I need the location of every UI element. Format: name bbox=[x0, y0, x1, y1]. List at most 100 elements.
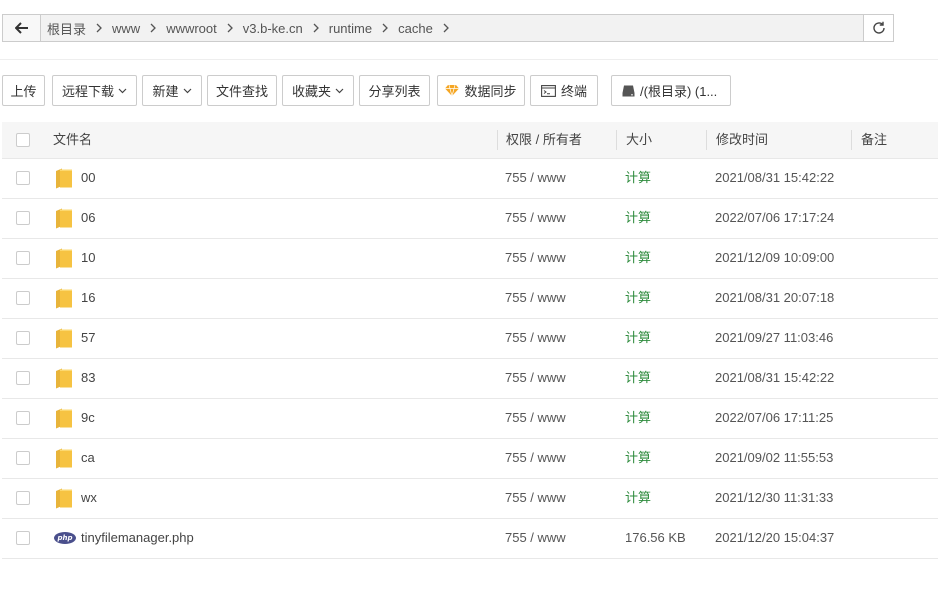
calc-size-link[interactable]: 计算 bbox=[625, 198, 651, 238]
calc-size-link[interactable]: 计算 bbox=[625, 238, 651, 278]
folder-icon bbox=[56, 248, 72, 269]
breadcrumb-item[interactable]: www bbox=[112, 21, 166, 36]
refresh-button[interactable] bbox=[863, 15, 893, 41]
data-sync-button[interactable]: 数据同步 bbox=[437, 75, 525, 106]
disk-button[interactable]: /(根目录) (1... bbox=[611, 75, 731, 106]
row-checkbox[interactable] bbox=[16, 411, 30, 425]
file-mtime: 2022/07/06 17:17:24 bbox=[715, 210, 835, 225]
favorites-button[interactable]: 收藏夹 bbox=[282, 75, 354, 106]
breadcrumb-item[interactable]: 根目录 bbox=[47, 19, 112, 38]
row-checkbox[interactable] bbox=[16, 451, 30, 465]
file-name[interactable]: 06 bbox=[81, 198, 95, 238]
table-row[interactable]: 9c 755 / www 计算 2022/07/06 17:11:25 bbox=[2, 398, 938, 439]
row-checkbox[interactable] bbox=[16, 251, 30, 265]
file-name[interactable]: tinyfilemanager.php bbox=[81, 518, 194, 558]
file-name[interactable]: ca bbox=[81, 438, 95, 478]
chevron-right-icon bbox=[227, 23, 233, 33]
row-checkbox[interactable] bbox=[16, 291, 30, 305]
remote-download-button[interactable]: 远程下载 bbox=[52, 75, 137, 106]
file-name[interactable]: 00 bbox=[81, 158, 95, 198]
breadcrumb-item[interactable]: cache bbox=[398, 21, 459, 36]
table-row[interactable]: 57 755 / www 计算 2021/09/27 11:03:46 bbox=[2, 318, 938, 359]
file-size: 176.56 KB bbox=[625, 530, 686, 545]
calc-size-link[interactable]: 计算 bbox=[625, 158, 651, 198]
file-perm[interactable]: 755 / www bbox=[505, 438, 566, 478]
file-mtime: 2021/12/20 15:04:37 bbox=[715, 530, 835, 545]
upload-button[interactable]: 上传 bbox=[2, 75, 45, 106]
row-checkbox[interactable] bbox=[16, 371, 30, 385]
table-row[interactable]: php tinyfilemanager.php 755 / www 176.56… bbox=[2, 518, 938, 559]
new-button[interactable]: 新建 bbox=[142, 75, 202, 106]
folder-icon bbox=[56, 208, 72, 229]
file-perm[interactable]: 755 / www bbox=[505, 358, 566, 398]
file-name[interactable]: 16 bbox=[81, 278, 95, 318]
chevron-right-icon bbox=[150, 23, 157, 33]
table-row[interactable]: 83 755 / www 计算 2021/08/31 15:42:22 bbox=[2, 358, 938, 399]
table-header: 文件名 权限 / 所有者 大小 修改时间 备注 bbox=[2, 122, 938, 159]
arrow-left-icon bbox=[14, 22, 28, 34]
row-checkbox[interactable] bbox=[16, 171, 30, 185]
file-perm[interactable]: 755 / www bbox=[505, 158, 566, 198]
header-note: 备注 bbox=[861, 132, 888, 147]
calc-size-link[interactable]: 计算 bbox=[625, 318, 651, 358]
file-perm[interactable]: 755 / www bbox=[505, 238, 566, 278]
row-checkbox[interactable] bbox=[16, 331, 30, 345]
file-mtime: 2021/09/27 11:03:46 bbox=[715, 330, 834, 345]
file-perm[interactable]: 755 / www bbox=[505, 518, 566, 558]
calc-size-link[interactable]: 计算 bbox=[625, 358, 651, 398]
back-button[interactable] bbox=[3, 15, 41, 41]
file-perm[interactable]: 755 / www bbox=[505, 278, 566, 318]
column-divider bbox=[851, 130, 852, 150]
address-bar: 根目录 www wwwroot v3.b-ke.cn runtime cache bbox=[2, 14, 894, 42]
file-perm[interactable]: 755 / www bbox=[505, 318, 566, 358]
breadcrumb-item[interactable]: v3.b-ke.cn bbox=[243, 21, 329, 36]
calc-size-link[interactable]: 计算 bbox=[625, 478, 651, 518]
chevron-right-icon bbox=[382, 23, 389, 33]
table-row[interactable]: 00 755 / www 计算 2021/08/31 15:42:22 bbox=[2, 158, 938, 199]
file-name[interactable]: 10 bbox=[81, 238, 95, 278]
calc-size-link[interactable]: 计算 bbox=[625, 398, 651, 438]
table-row[interactable]: ca 755 / www 计算 2021/09/02 11:55:53 bbox=[2, 438, 938, 479]
calc-size-link[interactable]: 计算 bbox=[625, 438, 651, 478]
table-row[interactable]: 06 755 / www 计算 2022/07/06 17:17:24 bbox=[2, 198, 938, 239]
file-perm[interactable]: 755 / www bbox=[505, 478, 566, 518]
divider bbox=[0, 59, 938, 60]
file-mtime: 2021/12/30 11:31:33 bbox=[715, 490, 834, 505]
breadcrumb-item[interactable]: wwwroot bbox=[166, 21, 243, 36]
file-name[interactable]: 83 bbox=[81, 358, 95, 398]
file-name[interactable]: 57 bbox=[81, 318, 95, 358]
php-file-icon: php bbox=[54, 532, 76, 544]
table-row[interactable]: 16 755 / www 计算 2021/08/31 20:07:18 bbox=[2, 278, 938, 319]
file-search-button[interactable]: 文件查找 bbox=[207, 75, 277, 106]
hard-drive-icon bbox=[622, 85, 635, 97]
file-name[interactable]: 9c bbox=[81, 398, 95, 438]
header-perm[interactable]: 权限 / 所有者 bbox=[506, 122, 582, 158]
folder-icon bbox=[56, 448, 72, 469]
breadcrumb: 根目录 www wwwroot v3.b-ke.cn runtime cache bbox=[47, 15, 459, 41]
file-name[interactable]: wx bbox=[81, 478, 97, 518]
file-mtime: 2021/09/02 11:55:53 bbox=[715, 450, 834, 465]
refresh-icon bbox=[872, 21, 885, 34]
file-perm[interactable]: 755 / www bbox=[505, 398, 566, 438]
column-divider bbox=[497, 130, 498, 150]
folder-icon bbox=[56, 368, 72, 389]
header-name[interactable]: 文件名 bbox=[53, 122, 92, 158]
file-mtime: 2021/08/31 15:42:22 bbox=[715, 170, 835, 185]
table-row[interactable]: 10 755 / www 计算 2021/12/09 10:09:00 bbox=[2, 238, 938, 279]
table-row[interactable]: wx 755 / www 计算 2021/12/30 11:31:33 bbox=[2, 478, 938, 519]
terminal-button[interactable]: 终端 bbox=[530, 75, 598, 106]
folder-icon bbox=[56, 488, 72, 509]
header-size[interactable]: 大小 bbox=[626, 122, 652, 158]
share-list-button[interactable]: 分享列表 bbox=[359, 75, 430, 106]
chevron-right-icon bbox=[443, 23, 449, 33]
file-perm[interactable]: 755 / www bbox=[505, 198, 566, 238]
row-checkbox[interactable] bbox=[16, 531, 30, 545]
select-all-checkbox[interactable] bbox=[16, 133, 30, 147]
row-checkbox[interactable] bbox=[16, 491, 30, 505]
row-checkbox[interactable] bbox=[16, 211, 30, 225]
chevron-down-icon bbox=[183, 88, 192, 94]
calc-size-link[interactable]: 计算 bbox=[625, 278, 651, 318]
column-divider bbox=[616, 130, 617, 150]
breadcrumb-item[interactable]: runtime bbox=[329, 21, 398, 36]
header-mtime[interactable]: 修改时间 bbox=[716, 122, 768, 158]
